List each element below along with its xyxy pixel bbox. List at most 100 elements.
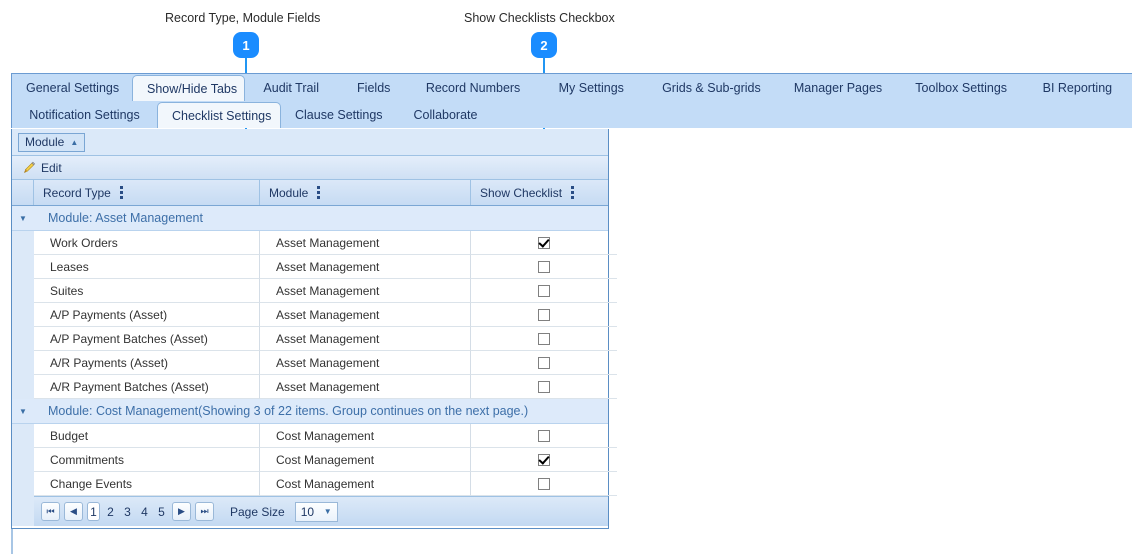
pager-next-button[interactable]: ▶ [172,502,191,521]
grid-body: ▼ Module: Asset Management Work Orders Asse… [12,206,617,496]
table-row[interactable]: A/R Payment Batches (Asset) Asset Managem… [12,375,617,399]
cell-module: Cost Management [260,448,471,472]
cell-module: Cost Management [260,424,471,448]
tab-audit-trail[interactable]: Audit Trail [245,75,337,101]
table-row[interactable]: Leases Asset Management [12,255,617,279]
grid-toolbar: Edit [12,156,608,180]
table-row[interactable]: A/P Payment Batches (Asset) Asset Managem… [12,327,617,351]
pager-wrapper: ⏮ ◀ 1 2 3 4 5 ▶ ⏭ Page Size 10 ▼ [12,496,608,526]
column-header-show-checklist[interactable]: Show Checklist [471,180,607,205]
column-menu-icon[interactable] [317,186,321,199]
row-indent [12,424,34,448]
cell-record-type: Work Orders [34,231,260,255]
row-indent [12,303,34,327]
callout-badge-1: 1 [233,32,259,58]
show-checklist-checkbox[interactable] [538,260,550,273]
group-header-row[interactable]: ▼ Module: Asset Management [12,206,608,231]
callout-label-2: Show Checklists Checkbox [464,11,615,25]
pager-prev-button[interactable]: ◀ [64,502,83,521]
column-header-record-type[interactable]: Record Type [34,180,260,205]
row-indent [12,231,34,255]
callout-label-1: Record Type, Module Fields [165,11,321,25]
group-by-chip-module[interactable]: Module ▲ [18,132,86,152]
row-indent [12,375,34,399]
pager-page-5[interactable]: 5 [155,502,168,521]
edit-button-label: Edit [41,160,62,175]
callout-badge-2: 2 [531,32,557,58]
chevron-down-icon: ▼ [323,507,332,516]
row-indent [12,255,34,279]
column-header-module[interactable]: Module [260,180,471,205]
show-checklist-checkbox[interactable] [538,429,550,442]
tab-general-settings[interactable]: General Settings [12,75,132,101]
tab-record-numbers[interactable]: Record Numbers [410,75,536,101]
cell-module: Asset Management [260,231,471,255]
pager-page-3[interactable]: 3 [121,502,134,521]
cell-record-type: Budget [34,424,260,448]
page-size-select[interactable]: 10 ▼ [294,501,338,522]
group-collapse-icon[interactable]: ▼ [12,407,34,416]
cell-module: Asset Management [260,351,471,375]
table-row[interactable]: Suites Asset Management [12,279,617,303]
show-checklist-checkbox[interactable] [538,308,550,321]
pager-last-button[interactable]: ⏭ [195,502,214,521]
cell-show-checklist [471,424,617,448]
edit-button[interactable]: Edit [22,161,62,175]
group-header-label: Module: Asset Management [48,211,203,225]
cell-show-checklist [471,231,617,255]
tab-toolbox-settings[interactable]: Toolbox Settings [900,75,1023,101]
show-checklist-checkbox[interactable] [538,477,550,490]
cell-record-type: Change Events [34,472,260,496]
tab-row-secondary: Notification Settings Checklist Settings C… [12,101,1132,128]
table-row[interactable]: Work Orders Asset Management [12,231,617,255]
row-indent [12,327,34,351]
tab-row-primary: General Settings Show/Hide Tabs Audit Trai… [12,74,1132,101]
column-header-record-type-label: Record Type [43,185,111,200]
cell-record-type: A/R Payment Batches (Asset) [34,375,260,399]
cell-module: Asset Management [260,255,471,279]
show-checklist-checkbox[interactable] [538,380,550,393]
pager-page-4[interactable]: 4 [138,502,151,521]
checklist-settings-grid: Module ▲ Edit Record Type Module Show Ch… [11,129,617,529]
pager-page-1[interactable]: 1 [87,502,100,521]
show-checklist-checkbox[interactable] [538,284,550,297]
tab-bi-reporting[interactable]: BI Reporting [1023,75,1132,101]
cell-show-checklist [471,375,617,399]
group-collapse-icon[interactable]: ▼ [12,214,34,223]
cell-record-type: Commitments [34,448,260,472]
cell-record-type: A/P Payment Batches (Asset) [34,327,260,351]
show-checklist-checkbox[interactable] [538,332,550,345]
pager-page-2[interactable]: 2 [104,502,117,521]
cell-record-type: Suites [34,279,260,303]
cell-record-type: A/P Payments (Asset) [34,303,260,327]
tab-grids-sub-grids[interactable]: Grids & Sub-grids [646,75,776,101]
show-checklist-checkbox[interactable] [538,453,550,466]
cell-record-type: A/R Payments (Asset) [34,351,260,375]
show-checklist-checkbox[interactable] [538,356,550,369]
tab-collaborate[interactable]: Collaborate [394,102,497,128]
group-header-row[interactable]: ▼ Module: Cost Management(Showing 3 of 22… [12,399,608,424]
tab-manager-pages[interactable]: Manager Pages [776,75,899,101]
tab-show-hide-tabs[interactable]: Show/Hide Tabs [132,75,245,101]
column-header-module-label: Module [269,185,309,200]
column-menu-icon[interactable] [571,186,575,199]
tab-fields[interactable]: Fields [337,75,410,101]
cell-module: Asset Management [260,375,471,399]
table-row[interactable]: A/P Payments (Asset) Asset Management [12,303,617,327]
tab-clause-settings[interactable]: Clause Settings [281,102,394,128]
sort-ascending-icon: ▲ [70,137,79,147]
table-row[interactable]: Budget Cost Management [12,424,617,448]
table-row[interactable]: Change Events Cost Management [12,472,617,496]
column-menu-icon[interactable] [119,186,123,199]
cell-show-checklist [471,472,617,496]
group-by-bar: Module ▲ [12,129,608,156]
tab-notification-settings[interactable]: Notification Settings [12,102,157,128]
tab-checklist-settings[interactable]: Checklist Settings [157,102,281,128]
tab-my-settings[interactable]: My Settings [536,75,646,101]
pager-first-button[interactable]: ⏮ [41,502,60,521]
row-indent [12,351,34,375]
table-row[interactable]: Commitments Cost Management [12,448,617,472]
show-checklist-checkbox[interactable] [538,236,550,249]
cell-show-checklist [471,448,617,472]
table-row[interactable]: A/R Payments (Asset) Asset Management [12,351,617,375]
